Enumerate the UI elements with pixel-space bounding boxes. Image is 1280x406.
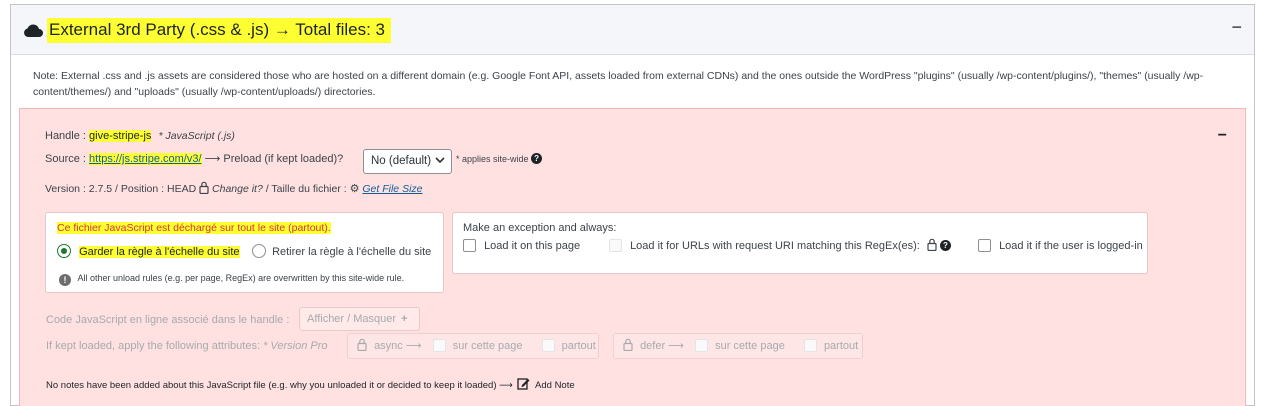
load-regex-option[interactable]: Load it for URLs with request URI matchi… <box>609 238 951 254</box>
external-assets-note: Note: External .css and .js assets are c… <box>33 70 1204 98</box>
attributes-row: If kept loaded, apply the following attr… <box>46 338 328 354</box>
arrow-icon: ⟶ <box>204 153 221 165</box>
load-exception-card: Make an exception and always: Load it on… <box>452 212 1148 274</box>
defer-row: defer ⟶ sur cette page partout <box>623 338 858 354</box>
preload-label: Preload (if kept loaded)? <box>223 153 344 165</box>
panel-title: External 3rd Party (.css & .js) → Total … <box>47 18 392 43</box>
keep-rule-label[interactable]: Garder la règle à l'échelle du site <box>79 246 240 258</box>
source-url-link[interactable]: https://js.stripe.com/v3/ <box>89 153 202 165</box>
edit-note-icon[interactable] <box>517 377 530 390</box>
version-pro-label: * Version Pro <box>263 340 328 352</box>
async-everywhere-checkbox[interactable] <box>541 339 555 352</box>
lock-icon <box>357 338 367 351</box>
remove-rule-radio[interactable] <box>252 244 266 258</box>
async-this-page-checkbox[interactable] <box>432 339 446 352</box>
load-logged-in-option[interactable]: Load it if the user is logged-in <box>978 238 1143 254</box>
add-note-link[interactable]: Add Note <box>535 380 575 391</box>
defer-this-page-checkbox[interactable] <box>695 339 709 352</box>
async-label: async ⟶ <box>374 340 422 352</box>
preload-selected-value: No (default) <box>371 155 432 167</box>
preload-select[interactable]: No (default) <box>363 149 452 174</box>
cloud-icon <box>24 24 43 37</box>
defer-everywhere-label[interactable]: partout <box>824 340 858 352</box>
external-assets-panel: External 3rd Party (.css & .js) → Total … <box>10 4 1255 406</box>
notes-row: No notes have been added about this Java… <box>46 377 575 391</box>
help-icon[interactable]: ? <box>939 240 951 251</box>
remove-rule-option[interactable]: Retirer la règle à l'échelle du site <box>252 244 431 260</box>
show-hide-inline-code-button[interactable]: Afficher / Masquer + <box>299 307 420 331</box>
keep-rule-option[interactable]: Garder la règle à l'échelle du site <box>57 244 240 260</box>
handle-row: Handle : give-stripe-js * JavaScript (.j… <box>45 128 235 144</box>
load-regex-checkbox[interactable] <box>609 239 622 252</box>
notes-text: No notes have been added about this Java… <box>46 380 513 391</box>
handle-name: give-stripe-js <box>89 130 152 142</box>
change-position-link[interactable]: Change it? <box>212 183 263 195</box>
preload-note-row: * applies site-wide ? <box>456 151 543 167</box>
file-size-icon: ⚙ <box>349 183 360 195</box>
show-hide-label: Afficher / Masquer <box>307 313 397 325</box>
inline-code-label: Code JavaScript en ligne associé dans le… <box>46 314 290 326</box>
attributes-label: If kept loaded, apply the following attr… <box>46 340 261 352</box>
help-icon[interactable]: ? <box>531 153 543 164</box>
collapse-asset-button[interactable]: − <box>1218 127 1227 145</box>
lock-icon <box>623 338 633 351</box>
keep-rule-radio[interactable] <box>57 244 71 258</box>
source-label: Source : <box>45 153 86 165</box>
async-everywhere-label[interactable]: partout <box>562 340 596 352</box>
lock-icon <box>199 181 209 194</box>
version-position-text: Version : 2.7.5 / Position : HEAD <box>45 183 197 195</box>
info-icon: ! <box>59 274 71 286</box>
load-regex-label[interactable]: Load it for URLs with request URI matchi… <box>630 240 920 252</box>
load-logged-in-label[interactable]: Load it if the user is logged-in <box>999 240 1143 252</box>
unload-status: Ce fichier JavaScript est déchargé sur t… <box>57 220 331 236</box>
get-file-size-link[interactable]: Get File Size <box>362 183 422 195</box>
unload-site-wide-card: Ce fichier JavaScript est déchargé sur t… <box>45 212 444 293</box>
load-on-page-checkbox[interactable] <box>463 239 476 252</box>
chevron-down-icon <box>435 157 445 164</box>
version-row: Version : 2.7.5 / Position : HEAD Change… <box>45 181 423 197</box>
load-logged-in-checkbox[interactable] <box>978 239 991 252</box>
lock-icon <box>927 238 937 251</box>
asset-type-label: * JavaScript (.js) <box>158 130 235 142</box>
load-on-page-option[interactable]: Load it on this page <box>463 238 580 254</box>
handle-label: Handle : <box>45 130 86 142</box>
defer-attribute-group: defer ⟶ sur cette page partout <box>613 333 863 359</box>
site-wide-info-text: All other unload rules (e.g. per page, R… <box>77 273 405 283</box>
defer-this-page-label[interactable]: sur cette page <box>715 340 785 352</box>
site-wide-info: ! All other unload rules (e.g. per page,… <box>59 270 404 286</box>
asset-row-give-stripe-js: − Handle : give-stripe-js * JavaScript (… <box>19 108 1246 406</box>
collapse-panel-button[interactable]: − <box>1231 17 1242 37</box>
preload-note: * applies site-wide <box>456 154 529 164</box>
async-row: async ⟶ sur cette page partout <box>357 338 596 354</box>
file-size-label: / Taille du fichier : <box>265 183 347 195</box>
defer-everywhere-checkbox[interactable] <box>803 339 817 352</box>
source-row: Source : https://js.stripe.com/v3/ ⟶ Pre… <box>45 151 343 167</box>
unload-status-text: Ce fichier JavaScript est déchargé sur t… <box>57 222 331 234</box>
panel-header[interactable]: External 3rd Party (.css & .js) → Total … <box>11 5 1254 55</box>
load-on-page-label[interactable]: Load it on this page <box>484 240 580 252</box>
remove-rule-label[interactable]: Retirer la règle à l'échelle du site <box>272 246 431 258</box>
async-this-page-label[interactable]: sur cette page <box>453 340 523 352</box>
exception-title: Make an exception and always: <box>463 222 617 234</box>
plus-icon: + <box>401 313 408 325</box>
defer-label: defer ⟶ <box>640 340 684 352</box>
async-attribute-group: async ⟶ sur cette page partout <box>347 333 599 359</box>
